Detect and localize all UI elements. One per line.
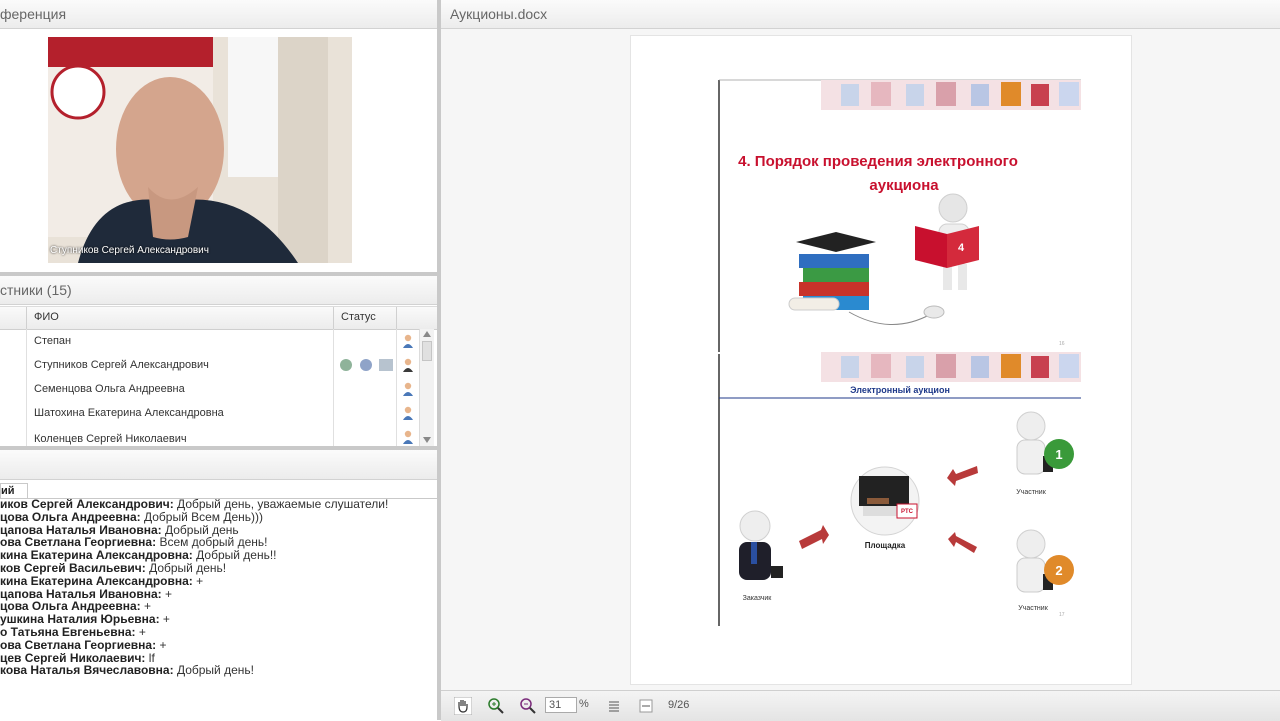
video-panel: ференция Ступников Сергей Александрович bbox=[0, 0, 437, 272]
video-feed[interactable]: Ступников Сергей Александрович bbox=[48, 37, 352, 263]
slide2-page-number: 17 bbox=[1059, 612, 1065, 618]
fit-page-icon[interactable] bbox=[637, 697, 655, 715]
user-icon bbox=[403, 358, 413, 372]
chat-header bbox=[0, 450, 437, 480]
participants-grid-header: ФИО Статус bbox=[0, 306, 437, 330]
participant-name: Степан bbox=[34, 335, 72, 347]
zoom-value: 31 bbox=[549, 699, 562, 711]
video-panel-header: ференция bbox=[0, 0, 437, 29]
slide1-heading-line1: 4. Порядок проведения электронного bbox=[738, 153, 1018, 170]
user-icon bbox=[403, 382, 413, 396]
zoom-in-icon[interactable] bbox=[487, 697, 505, 715]
slide1-page-number: 16 bbox=[1059, 341, 1065, 347]
chat-panel: ий иков Сергей Александрович: Добрый ден… bbox=[0, 450, 437, 720]
slide1-heading-line2: аукциона bbox=[869, 177, 939, 194]
zoom-out-icon[interactable] bbox=[519, 697, 537, 715]
participants-header: стники (15) bbox=[0, 276, 437, 305]
document-title: Аукционы.docx bbox=[450, 6, 548, 22]
fit-width-icon[interactable] bbox=[605, 697, 623, 715]
customer-label: Заказчик bbox=[743, 595, 773, 602]
column-divider bbox=[26, 307, 27, 329]
participant-name: Коленцев Сергей Николаевич bbox=[34, 433, 187, 445]
pan-hand-icon[interactable] bbox=[454, 697, 472, 715]
chat-text: + bbox=[192, 573, 204, 588]
participant-row[interactable]: Ступников Сергей Александрович bbox=[0, 353, 397, 377]
column-header-fio[interactable]: ФИО bbox=[34, 311, 59, 323]
video-caption: Ступников Сергей Александрович bbox=[50, 245, 209, 256]
chat-text: + bbox=[159, 612, 170, 627]
document-toolbar: 31 % 9/26 bbox=[441, 690, 1280, 721]
scroll-down-icon[interactable] bbox=[423, 437, 431, 443]
rtc-logo-text: РТС bbox=[901, 509, 914, 515]
participant-2-figure bbox=[1016, 529, 1074, 593]
customer-figure bbox=[739, 510, 783, 580]
participant-1-figure bbox=[1016, 411, 1074, 475]
chat-message: кова Наталья Вячеславовна: Добрый день! bbox=[0, 664, 254, 677]
chat-author: кова Наталья Вячеславовна: bbox=[0, 663, 174, 678]
column-header-status[interactable]: Статус bbox=[341, 311, 376, 323]
participants-title: стники (15) bbox=[0, 282, 72, 298]
slides-canvas: 4. Порядок проведения электронного аукци… bbox=[718, 79, 1081, 626]
chat-text: + bbox=[156, 637, 167, 652]
slide1-badge: 4 bbox=[958, 242, 965, 254]
participant-row[interactable]: Коленцев Сергей Николаевич bbox=[0, 427, 397, 446]
user-icon bbox=[403, 334, 413, 348]
participant-row[interactable]: Степан bbox=[0, 329, 397, 353]
document-header: Аукционы.docx bbox=[441, 0, 1280, 29]
decorative-banner bbox=[821, 80, 1081, 110]
page-indicator: 9/26 bbox=[668, 699, 690, 711]
scroll-thumb[interactable] bbox=[422, 341, 432, 361]
screen-share-off-icon[interactable] bbox=[379, 359, 393, 371]
participant-row[interactable]: Шатохина Екатерина Александровна bbox=[0, 401, 397, 425]
platform-label: Площадка bbox=[865, 541, 906, 550]
participant-1-label: Участник bbox=[1016, 489, 1046, 496]
zoom-unit: % bbox=[579, 698, 589, 710]
participant-name: Ступников Сергей Александрович bbox=[34, 359, 209, 371]
chat-text: + bbox=[161, 586, 172, 601]
video-panel-title: ференция bbox=[0, 6, 67, 22]
column-divider bbox=[333, 307, 334, 329]
platform-illustration bbox=[850, 466, 920, 536]
participants-panel: стники (15) ФИО Статус Степан Ступников … bbox=[0, 276, 437, 446]
document-page[interactable]: 4. Порядок проведения электронного аукци… bbox=[630, 35, 1132, 685]
zoom-input[interactable]: 31 bbox=[545, 697, 577, 713]
user-icon bbox=[403, 430, 413, 444]
scroll-up-icon[interactable] bbox=[423, 331, 431, 337]
participant-name: Шатохина Екатерина Александровна bbox=[34, 407, 224, 419]
participants-scrollbar[interactable] bbox=[419, 329, 434, 446]
decorative-banner bbox=[821, 352, 1081, 382]
chat-text: Добрый день! bbox=[173, 663, 254, 678]
participant-2-label: Участник bbox=[1018, 605, 1048, 612]
chat-tab-label: ий bbox=[1, 485, 15, 497]
column-divider bbox=[396, 307, 397, 329]
microphone-status-icon[interactable] bbox=[360, 359, 372, 371]
participant-row[interactable]: Семенцова Ольга Андреевна bbox=[0, 377, 397, 401]
camera-status-icon[interactable] bbox=[340, 359, 352, 371]
slide2-heading: Электронный аукцион bbox=[850, 385, 950, 395]
video-frame bbox=[48, 37, 352, 263]
user-icon bbox=[403, 406, 413, 420]
books-graduation-illustration bbox=[788, 232, 876, 311]
participant-name: Семенцова Ольга Андреевна bbox=[34, 383, 185, 395]
participant-1-badge: 1 bbox=[1055, 447, 1062, 462]
participant-2-badge: 2 bbox=[1055, 563, 1062, 578]
